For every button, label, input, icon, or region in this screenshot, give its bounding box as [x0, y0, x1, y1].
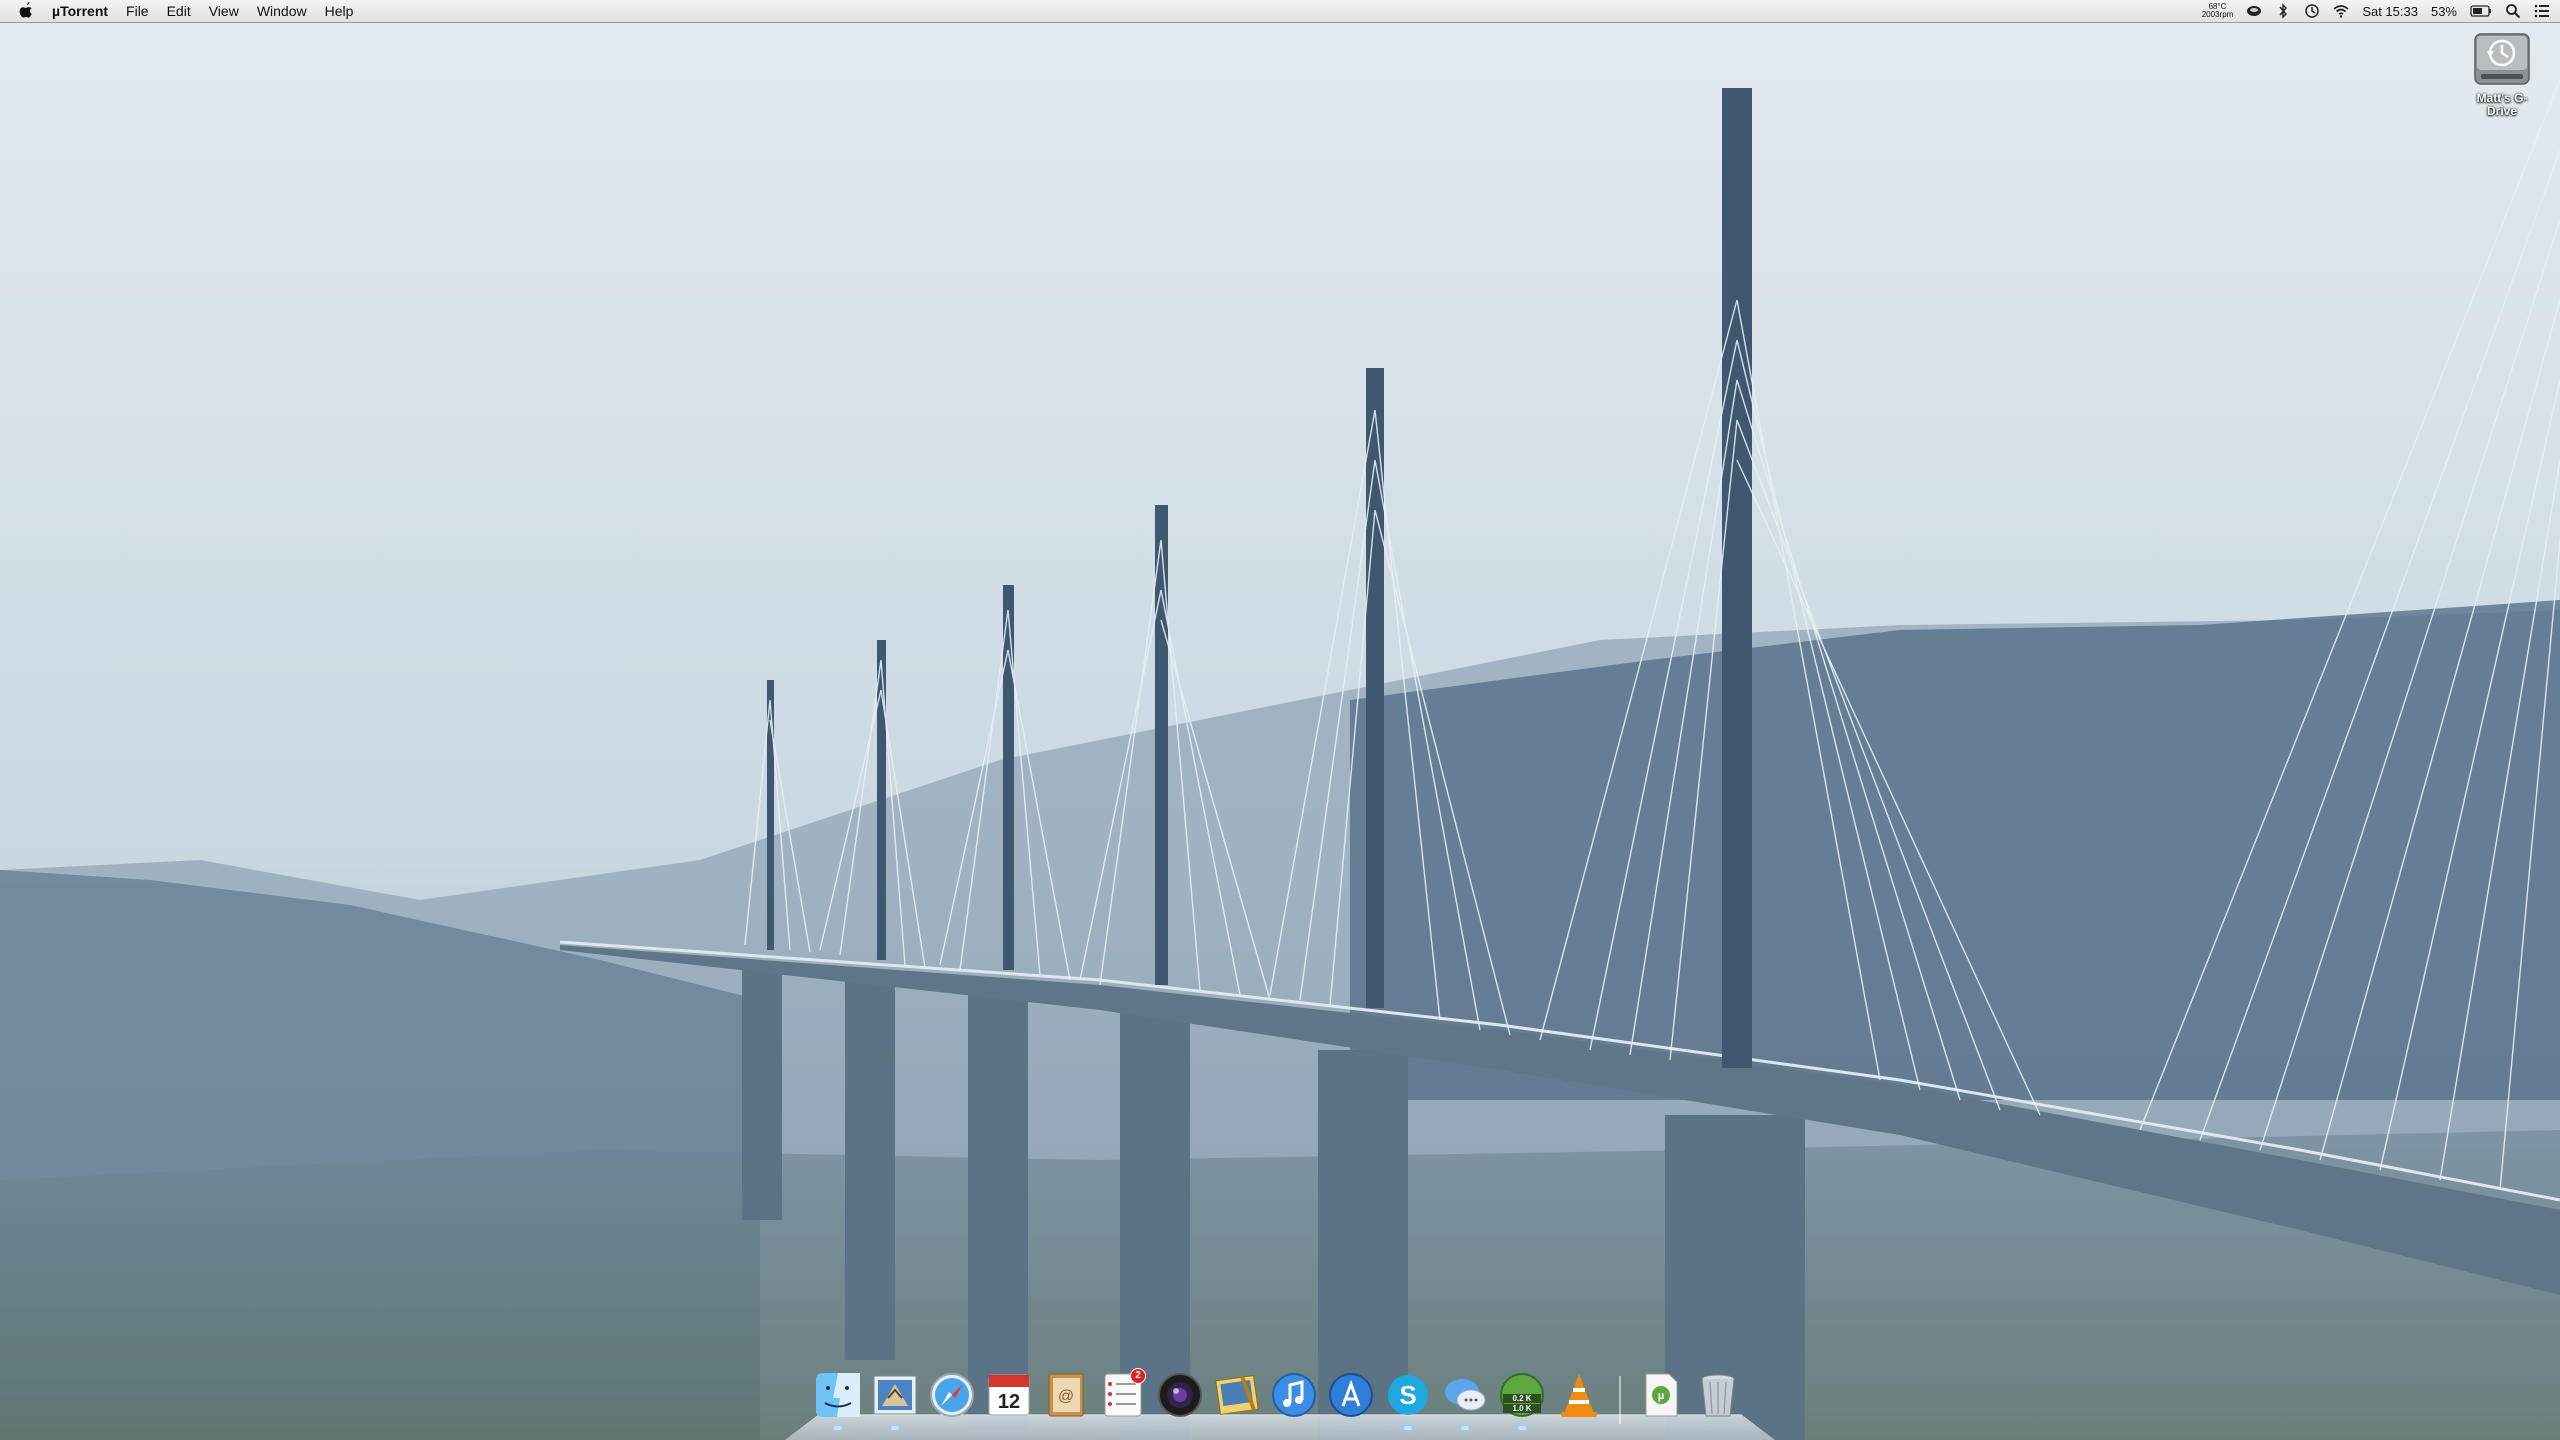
vlc-cone-icon — [1561, 1374, 1597, 1417]
battery-icon[interactable] — [2470, 3, 2492, 19]
desktop-drive-icon[interactable]: Matt's G-Drive — [2460, 28, 2544, 118]
running-indicator — [1404, 1426, 1412, 1430]
running-indicator — [1518, 1426, 1526, 1430]
menu-file[interactable]: File — [117, 0, 158, 22]
dock-iphoto[interactable] — [1212, 1370, 1262, 1424]
drive-label: Matt's G-Drive — [2476, 91, 2528, 118]
address-book-icon: @ — [1048, 1373, 1084, 1417]
svg-text:S: S — [1399, 1380, 1416, 1410]
desktop-wallpaper — [0, 0, 2560, 1440]
camera-lens-icon — [1158, 1373, 1202, 1417]
menu-app-name[interactable]: µTorrent — [48, 0, 117, 22]
menu-help[interactable]: Help — [316, 0, 363, 22]
dock-safari[interactable] — [927, 1370, 977, 1424]
time-machine-status-icon[interactable] — [2304, 3, 2320, 19]
menu-edit[interactable]: Edit — [158, 0, 200, 22]
dock-ical[interactable]: 12 — [984, 1370, 1034, 1424]
wifi-status-icon[interactable] — [2333, 3, 2349, 19]
dropbox-status-icon[interactable] — [2246, 3, 2262, 19]
fan-speed: 2003rpm — [2201, 10, 2234, 19]
torrent-document-icon: µ — [1645, 1373, 1678, 1417]
notification-badge: 2 — [1130, 1368, 1146, 1384]
dock-app-store[interactable] — [1326, 1370, 1376, 1424]
finder-icon — [816, 1373, 860, 1417]
running-indicator — [891, 1426, 899, 1430]
menu-clock[interactable]: Sat 15:33 — [2362, 4, 2418, 19]
skype-icon: S — [1388, 1375, 1428, 1415]
itunes-music-note-icon — [1272, 1373, 1316, 1417]
download-speed: 1.0 K — [1512, 1404, 1531, 1413]
dock-skype[interactable]: S — [1383, 1370, 1433, 1430]
dock-utorrent-file[interactable]: µ — [1636, 1370, 1686, 1424]
safari-compass-icon — [930, 1373, 974, 1417]
dock-vlc[interactable] — [1554, 1370, 1604, 1424]
dock-address-book[interactable]: @ — [1041, 1370, 1091, 1424]
calendar-date: 12 — [998, 1391, 1020, 1413]
utorrent-icon: 0.2 K 1.0 K — [1500, 1373, 1544, 1417]
running-indicator — [834, 1426, 842, 1430]
calendar-icon: 12 — [988, 1374, 1030, 1416]
spotlight-search-icon[interactable] — [2505, 3, 2521, 19]
dock-utorrent[interactable]: 0.2 K 1.0 K — [1497, 1370, 1547, 1430]
menu-view[interactable]: View — [200, 0, 248, 22]
notification-center-icon[interactable] — [2534, 3, 2550, 19]
dock: 12 @ 2 S 0.2 K 1.0 K µ — [785, 1366, 1775, 1440]
apple-menu-icon[interactable] — [18, 2, 34, 20]
dock-separator — [1619, 1376, 1621, 1424]
bluetooth-status-icon[interactable] — [2275, 3, 2291, 19]
time-machine-drive-icon — [2474, 33, 2530, 85]
trash-icon — [1701, 1374, 1735, 1417]
iphoto-icon — [1215, 1374, 1259, 1416]
hardware-monitor-status[interactable]: 68°C 2003rpm — [2202, 3, 2234, 19]
upload-speed: 0.2 K — [1512, 1394, 1531, 1403]
menu-bar: µTorrent File Edit View Window Help 68°C… — [0, 0, 2560, 23]
battery-percentage[interactable]: 53% — [2431, 4, 2457, 19]
running-indicator — [1461, 1426, 1469, 1430]
dock-photo-booth[interactable] — [1155, 1370, 1205, 1424]
dock-mail[interactable] — [870, 1370, 920, 1430]
svg-text:@: @ — [1058, 1388, 1074, 1405]
svg-text:µ: µ — [1658, 1390, 1664, 1402]
dock-reminders[interactable]: 2 — [1098, 1368, 1148, 1424]
dock-trash[interactable] — [1693, 1370, 1743, 1424]
dock-itunes[interactable] — [1269, 1370, 1319, 1424]
menu-window[interactable]: Window — [248, 0, 316, 22]
desktop: µTorrent File Edit View Window Help 68°C… — [0, 0, 2560, 1440]
dock-finder[interactable] — [813, 1370, 863, 1430]
app-store-icon — [1329, 1373, 1373, 1417]
messages-bubble-icon — [1445, 1379, 1486, 1411]
mail-icon — [873, 1375, 917, 1415]
dock-messages[interactable] — [1440, 1370, 1490, 1430]
